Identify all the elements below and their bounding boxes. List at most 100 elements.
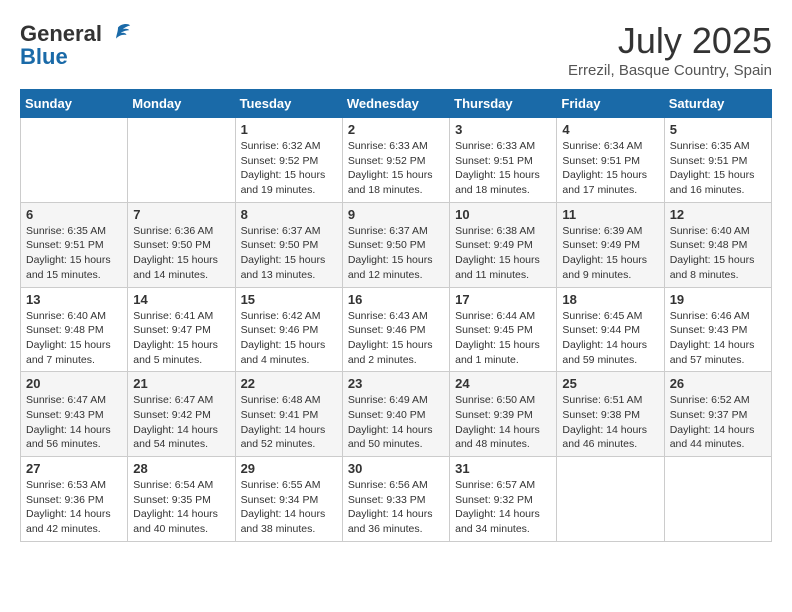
daylight-text: Daylight: 15 hours and 17 minutes. (562, 169, 647, 196)
sunrise-text: Sunrise: 6:51 AM (562, 394, 642, 406)
sunrise-text: Sunrise: 6:40 AM (670, 225, 750, 237)
calendar-cell: 14 Sunrise: 6:41 AM Sunset: 9:47 PM Dayl… (128, 287, 235, 372)
sunset-text: Sunset: 9:41 PM (241, 409, 319, 421)
sunset-text: Sunset: 9:49 PM (455, 239, 533, 251)
daylight-text: Daylight: 15 hours and 9 minutes. (562, 254, 647, 281)
day-info: Sunrise: 6:42 AM Sunset: 9:46 PM Dayligh… (241, 309, 337, 368)
day-number: 31 (455, 461, 551, 476)
calendar-cell: 9 Sunrise: 6:37 AM Sunset: 9:50 PM Dayli… (342, 202, 449, 287)
daylight-text: Daylight: 14 hours and 50 minutes. (348, 424, 433, 451)
sunrise-text: Sunrise: 6:57 AM (455, 479, 535, 491)
daylight-text: Daylight: 15 hours and 18 minutes. (348, 169, 433, 196)
calendar-cell: 18 Sunrise: 6:45 AM Sunset: 9:44 PM Dayl… (557, 287, 664, 372)
logo: General Blue (20, 20, 132, 70)
daylight-text: Daylight: 15 hours and 16 minutes. (670, 169, 755, 196)
daylight-text: Daylight: 14 hours and 36 minutes. (348, 508, 433, 535)
day-info: Sunrise: 6:33 AM Sunset: 9:51 PM Dayligh… (455, 139, 551, 198)
logo-bird-icon (104, 20, 132, 48)
daylight-text: Daylight: 14 hours and 42 minutes. (26, 508, 111, 535)
sunset-text: Sunset: 9:52 PM (241, 155, 319, 167)
calendar-cell (21, 118, 128, 203)
daylight-text: Daylight: 15 hours and 11 minutes. (455, 254, 540, 281)
calendar-cell (557, 457, 664, 542)
calendar-header-row: SundayMondayTuesdayWednesdayThursdayFrid… (21, 90, 772, 118)
sunrise-text: Sunrise: 6:52 AM (670, 394, 750, 406)
daylight-text: Daylight: 15 hours and 18 minutes. (455, 169, 540, 196)
page-header: General Blue July 2025 Errezil, Basque C… (20, 20, 772, 79)
day-info: Sunrise: 6:35 AM Sunset: 9:51 PM Dayligh… (670, 139, 766, 198)
daylight-text: Daylight: 15 hours and 14 minutes. (133, 254, 218, 281)
sunrise-text: Sunrise: 6:34 AM (562, 140, 642, 152)
daylight-text: Daylight: 14 hours and 59 minutes. (562, 339, 647, 366)
day-number: 7 (133, 207, 229, 222)
day-number: 26 (670, 376, 766, 391)
sunrise-text: Sunrise: 6:35 AM (670, 140, 750, 152)
day-number: 30 (348, 461, 444, 476)
day-number: 18 (562, 292, 658, 307)
day-info: Sunrise: 6:40 AM Sunset: 9:48 PM Dayligh… (26, 309, 122, 368)
daylight-text: Daylight: 15 hours and 15 minutes. (26, 254, 111, 281)
sunset-text: Sunset: 9:50 PM (348, 239, 426, 251)
day-info: Sunrise: 6:50 AM Sunset: 9:39 PM Dayligh… (455, 393, 551, 452)
day-number: 22 (241, 376, 337, 391)
calendar-cell: 27 Sunrise: 6:53 AM Sunset: 9:36 PM Dayl… (21, 457, 128, 542)
calendar-cell (664, 457, 771, 542)
calendar-cell: 26 Sunrise: 6:52 AM Sunset: 9:37 PM Dayl… (664, 372, 771, 457)
sunrise-text: Sunrise: 6:33 AM (455, 140, 535, 152)
day-number: 5 (670, 122, 766, 137)
sunrise-text: Sunrise: 6:33 AM (348, 140, 428, 152)
calendar-cell: 20 Sunrise: 6:47 AM Sunset: 9:43 PM Dayl… (21, 372, 128, 457)
sunrise-text: Sunrise: 6:55 AM (241, 479, 321, 491)
day-number: 12 (670, 207, 766, 222)
sunrise-text: Sunrise: 6:43 AM (348, 310, 428, 322)
calendar-cell: 5 Sunrise: 6:35 AM Sunset: 9:51 PM Dayli… (664, 118, 771, 203)
weekday-header-monday: Monday (128, 90, 235, 118)
day-number: 6 (26, 207, 122, 222)
sunrise-text: Sunrise: 6:37 AM (241, 225, 321, 237)
day-number: 8 (241, 207, 337, 222)
calendar-cell: 29 Sunrise: 6:55 AM Sunset: 9:34 PM Dayl… (235, 457, 342, 542)
day-number: 2 (348, 122, 444, 137)
sunrise-text: Sunrise: 6:48 AM (241, 394, 321, 406)
sunset-text: Sunset: 9:35 PM (133, 494, 211, 506)
calendar-cell: 6 Sunrise: 6:35 AM Sunset: 9:51 PM Dayli… (21, 202, 128, 287)
sunset-text: Sunset: 9:39 PM (455, 409, 533, 421)
month-year-title: July 2025 (568, 20, 772, 62)
sunset-text: Sunset: 9:48 PM (26, 324, 104, 336)
title-block: July 2025 Errezil, Basque Country, Spain (568, 20, 772, 79)
day-number: 16 (348, 292, 444, 307)
day-info: Sunrise: 6:57 AM Sunset: 9:32 PM Dayligh… (455, 478, 551, 537)
calendar-cell: 24 Sunrise: 6:50 AM Sunset: 9:39 PM Dayl… (450, 372, 557, 457)
weekday-header-thursday: Thursday (450, 90, 557, 118)
calendar-cell: 1 Sunrise: 6:32 AM Sunset: 9:52 PM Dayli… (235, 118, 342, 203)
daylight-text: Daylight: 14 hours and 44 minutes. (670, 424, 755, 451)
day-number: 28 (133, 461, 229, 476)
sunset-text: Sunset: 9:45 PM (455, 324, 533, 336)
calendar-week-row: 27 Sunrise: 6:53 AM Sunset: 9:36 PM Dayl… (21, 457, 772, 542)
day-info: Sunrise: 6:41 AM Sunset: 9:47 PM Dayligh… (133, 309, 229, 368)
calendar-cell: 4 Sunrise: 6:34 AM Sunset: 9:51 PM Dayli… (557, 118, 664, 203)
day-number: 25 (562, 376, 658, 391)
day-info: Sunrise: 6:46 AM Sunset: 9:43 PM Dayligh… (670, 309, 766, 368)
day-number: 4 (562, 122, 658, 137)
calendar-week-row: 20 Sunrise: 6:47 AM Sunset: 9:43 PM Dayl… (21, 372, 772, 457)
day-number: 9 (348, 207, 444, 222)
day-number: 19 (670, 292, 766, 307)
sunset-text: Sunset: 9:37 PM (670, 409, 748, 421)
day-info: Sunrise: 6:54 AM Sunset: 9:35 PM Dayligh… (133, 478, 229, 537)
sunrise-text: Sunrise: 6:40 AM (26, 310, 106, 322)
sunset-text: Sunset: 9:36 PM (26, 494, 104, 506)
calendar-cell: 12 Sunrise: 6:40 AM Sunset: 9:48 PM Dayl… (664, 202, 771, 287)
calendar-cell: 23 Sunrise: 6:49 AM Sunset: 9:40 PM Dayl… (342, 372, 449, 457)
daylight-text: Daylight: 14 hours and 46 minutes. (562, 424, 647, 451)
daylight-text: Daylight: 14 hours and 48 minutes. (455, 424, 540, 451)
day-number: 23 (348, 376, 444, 391)
daylight-text: Daylight: 15 hours and 19 minutes. (241, 169, 326, 196)
sunrise-text: Sunrise: 6:49 AM (348, 394, 428, 406)
daylight-text: Daylight: 15 hours and 7 minutes. (26, 339, 111, 366)
daylight-text: Daylight: 14 hours and 56 minutes. (26, 424, 111, 451)
sunset-text: Sunset: 9:43 PM (26, 409, 104, 421)
calendar-cell: 8 Sunrise: 6:37 AM Sunset: 9:50 PM Dayli… (235, 202, 342, 287)
sunset-text: Sunset: 9:32 PM (455, 494, 533, 506)
calendar-cell: 21 Sunrise: 6:47 AM Sunset: 9:42 PM Dayl… (128, 372, 235, 457)
